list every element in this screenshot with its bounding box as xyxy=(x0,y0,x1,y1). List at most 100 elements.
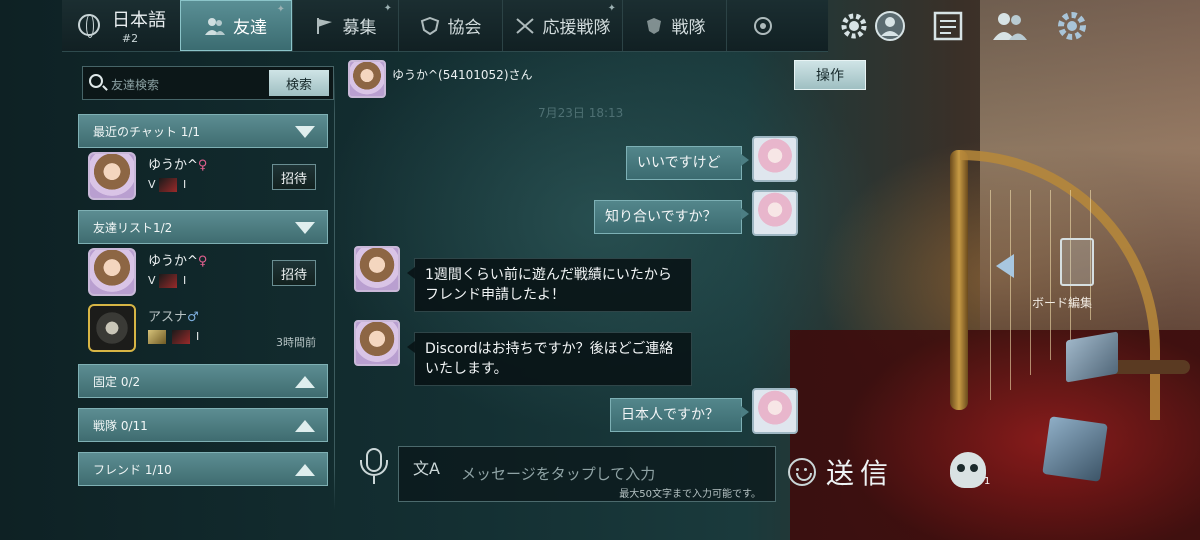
chat-partner-avatar[interactable] xyxy=(348,60,386,98)
friend-name: アスナ♂ xyxy=(148,310,199,325)
collapse-triangle-icon xyxy=(295,126,315,138)
top-tab-bar: 日本語 #2 友達 ✦ 募集 ✦ 協会 応援戦隊 ✦ 戦隊 xyxy=(62,0,828,52)
partner-avatar xyxy=(354,246,400,292)
section-friend[interactable]: フレンド 1/10 xyxy=(78,452,328,486)
avatar xyxy=(88,248,136,296)
friend-rank: V I xyxy=(148,178,187,192)
expand-triangle-icon xyxy=(295,376,315,388)
scene-table xyxy=(1110,360,1190,374)
operate-button[interactable]: 操作 xyxy=(794,60,866,90)
invite-button[interactable]: 招待 xyxy=(272,164,316,190)
friend-search: 友達検索 検索 xyxy=(82,66,334,100)
shield-icon xyxy=(420,16,439,35)
tab-recruit-label: 募集 xyxy=(342,18,377,38)
tab-support-label: 応援戦隊 xyxy=(542,18,611,38)
team-shield-icon xyxy=(646,17,661,34)
list-item[interactable]: アスナ♂ I 3時間前 xyxy=(86,304,326,356)
section-label: 友達リスト1/2 xyxy=(93,220,173,235)
scene-carpet xyxy=(790,330,1200,540)
arrow-left-icon[interactable] xyxy=(996,254,1014,278)
rank-badge-icon xyxy=(172,330,190,344)
notice-board-icon[interactable] xyxy=(930,8,966,44)
my-avatar xyxy=(752,136,798,182)
friend-rank: V I xyxy=(148,274,187,288)
message-received: Discordはお持ちですか？後ほどご連絡いたします。 xyxy=(407,332,692,386)
tab-ball[interactable] xyxy=(726,0,798,51)
message-limit-note: 最大50文字まで入力可能です。 xyxy=(619,489,761,500)
message-sent: 知り合いですか？ xyxy=(594,200,749,234)
emoji-icon[interactable] xyxy=(788,458,816,486)
chat-timestamp: 7月23日 18:13 xyxy=(538,106,624,120)
search-button[interactable]: 検索 xyxy=(269,70,329,96)
friend-name: ゆうか^♀ xyxy=(148,254,208,269)
globe-icon xyxy=(78,14,100,38)
friends-icon xyxy=(205,17,225,35)
message-sent: いいですけど xyxy=(626,146,749,180)
skull-count: 1 xyxy=(984,476,991,487)
pin-icon: ✦ xyxy=(276,4,285,15)
search-input[interactable]: 友達検索 xyxy=(111,76,159,93)
tab-friends[interactable]: 友達 ✦ xyxy=(180,0,292,51)
avatar xyxy=(88,152,136,200)
list-item[interactable]: ゆうか^♀ V I 招待 xyxy=(86,248,326,300)
collapse-triangle-icon xyxy=(295,222,315,234)
profile-icon[interactable] xyxy=(872,8,908,44)
voice-mic-icon[interactable] xyxy=(356,446,392,486)
harp-pillar xyxy=(950,150,968,410)
tab-guild-label: 協会 xyxy=(447,18,482,38)
message-placeholder: メッセージをタップして入力 xyxy=(461,465,656,483)
skull-icon[interactable] xyxy=(950,452,986,488)
journal-icon[interactable] xyxy=(1042,416,1108,482)
section-label: 固定 0/2 xyxy=(93,374,141,389)
message-received: 1週間くらい前に遊んだ戦績にいたからフレンド申請したよ！ xyxy=(407,258,692,312)
panel-divider xyxy=(334,70,335,510)
avatar xyxy=(88,304,136,352)
flag-icon xyxy=(316,17,332,34)
friend-rank: I xyxy=(148,330,199,344)
tab-support-team[interactable]: 応援戦隊 ✦ xyxy=(502,0,622,51)
settings-gear-icon[interactable] xyxy=(1054,8,1090,44)
crossed-swords-icon xyxy=(515,17,534,34)
section-label: フレンド 1/10 xyxy=(93,462,172,477)
expand-triangle-icon xyxy=(295,464,315,476)
tab-language[interactable]: 日本語 #2 xyxy=(62,0,180,51)
section-pinned[interactable]: 固定 0/2 xyxy=(78,364,328,398)
partner-avatar xyxy=(354,320,400,366)
tab-recruit[interactable]: 募集 ✦ xyxy=(292,0,398,51)
section-team[interactable]: 戦隊 0/11 xyxy=(78,408,328,442)
tab-team-label: 戦隊 xyxy=(671,18,706,38)
pin-icon: ✦ xyxy=(383,3,392,14)
section-label: 戦隊 0/11 xyxy=(93,418,148,433)
language-label: 日本語 xyxy=(112,10,166,31)
expand-triangle-icon xyxy=(295,420,315,432)
chat-partner-name: ゆうか^(54101052)さん xyxy=(392,68,533,82)
invite-button[interactable]: 招待 xyxy=(272,260,316,286)
search-icon xyxy=(89,74,103,88)
rank-badge-icon xyxy=(159,274,178,288)
friends-top-icon[interactable] xyxy=(992,8,1028,44)
friends-panel: 友達検索 検索 最近のチャット 1/1 ゆうか^♀ V I 招待 友達リスト1/… xyxy=(78,58,334,498)
section-friend-list[interactable]: 友達リスト1/2 xyxy=(78,210,328,244)
message-input[interactable]: 文A メッセージをタップして入力 最大50文字まで入力可能です。 xyxy=(398,446,776,502)
board-icon[interactable] xyxy=(1060,238,1094,286)
section-recent-chat[interactable]: 最近のチャット 1/1 xyxy=(78,114,328,148)
text-format-icon[interactable]: 文A xyxy=(413,455,440,479)
tab-guild[interactable]: 協会 xyxy=(398,0,502,51)
tab-friends-label: 友達 xyxy=(233,18,267,38)
rank-badge-icon xyxy=(159,178,178,192)
ball-icon xyxy=(753,16,772,35)
section-label: 最近のチャット 1/1 xyxy=(93,124,201,139)
book-icon[interactable] xyxy=(1066,331,1118,383)
language-channel: #2 xyxy=(121,32,139,45)
my-avatar xyxy=(752,190,798,236)
board-edit-label[interactable]: ボード編集 xyxy=(1032,294,1092,311)
message-sent: 日本人ですか？ xyxy=(610,398,749,432)
list-item[interactable]: ゆうか^♀ V I 招待 xyxy=(86,152,326,204)
friend-name: ゆうか^♀ xyxy=(148,158,208,173)
rank-badge-icon xyxy=(148,330,166,344)
send-button[interactable]: 送信 xyxy=(826,452,894,492)
my-avatar xyxy=(752,388,798,434)
tab-team[interactable]: 戦隊 xyxy=(622,0,726,51)
last-seen: 3時間前 xyxy=(276,336,316,349)
settings-gear-small-icon[interactable] xyxy=(836,8,872,44)
